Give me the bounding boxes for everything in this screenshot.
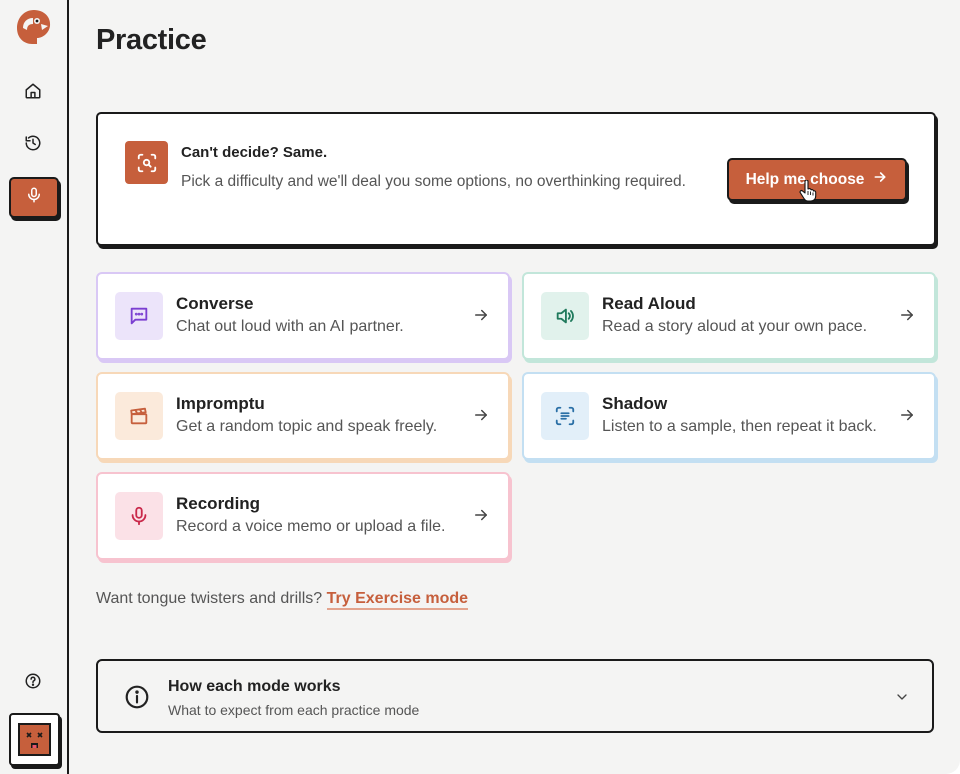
mode-description: Chat out loud with an AI partner. (176, 318, 404, 335)
sidebar (0, 0, 69, 774)
help-button[interactable] (18, 668, 48, 698)
exercise-prompt-text: Want tongue twisters and drills? (96, 590, 323, 607)
accordion-title: How each mode works (168, 678, 341, 695)
app-window: Practice Can't decide? Same. Pick a diff… (0, 0, 960, 774)
help-me-choose-banner: Can't decide? Same. Pick a difficulty an… (96, 112, 936, 246)
arrow-right-icon (475, 409, 487, 421)
home-icon (24, 82, 42, 105)
chat-bubble-icon (115, 292, 163, 340)
help-me-choose-button[interactable]: Help me choose (727, 158, 907, 201)
arrow-right-icon (872, 169, 888, 190)
mode-description: Get a random topic and speak freely. (176, 418, 438, 435)
mode-title: Read Aloud (602, 294, 696, 313)
arrow-right-icon (475, 509, 487, 521)
banner-description: Pick a difficulty and we'll deal you som… (181, 173, 686, 190)
mode-description: Record a voice memo or upload a file. (176, 518, 446, 535)
mode-card-converse[interactable]: Converse Chat out loud with an AI partne… (96, 272, 510, 360)
mode-title: Recording (176, 494, 261, 513)
chevron-down-icon (897, 694, 907, 700)
scan-search-icon (125, 141, 168, 184)
exercise-mode-prompt: Want tongue twisters and drills? Try Exe… (96, 590, 469, 610)
banner-title: Can't decide? Same. (181, 144, 328, 161)
help-me-choose-label: Help me choose (745, 170, 865, 188)
arrow-right-icon (901, 309, 913, 321)
history-icon (24, 134, 42, 157)
microphone-icon (25, 186, 43, 209)
avatar (18, 723, 51, 756)
mode-title: Shadow (602, 394, 668, 413)
mode-description: Listen to a sample, then repeat it back. (602, 418, 877, 435)
mode-card-read-aloud[interactable]: Read Aloud Read a story aloud at your ow… (522, 272, 936, 360)
mode-card-recording[interactable]: Recording Record a voice memo or upload … (96, 472, 510, 560)
mode-card-impromptu[interactable]: Impromptu Get a random topic and speak f… (96, 372, 510, 460)
arrow-right-icon (475, 309, 487, 321)
try-exercise-mode-link[interactable]: Try Exercise mode (326, 590, 469, 610)
sidebar-item-home[interactable] (18, 78, 48, 108)
help-icon (24, 672, 42, 695)
microphone-icon (115, 492, 163, 540)
mode-title: Converse (176, 294, 254, 313)
clapperboard-icon (115, 392, 163, 440)
info-icon (125, 685, 149, 709)
mode-card-shadow[interactable]: Shadow Listen to a sample, then repeat i… (522, 372, 936, 460)
sidebar-item-practice[interactable] (9, 177, 59, 218)
arrow-right-icon (901, 409, 913, 421)
mode-title: Impromptu (176, 394, 265, 413)
user-avatar-button[interactable] (9, 713, 60, 766)
speaker-icon (541, 292, 589, 340)
accordion-subtitle: What to expect from each practice mode (168, 702, 420, 718)
parrot-logo-icon[interactable] (15, 8, 53, 46)
page-title: Practice (96, 24, 207, 56)
how-modes-work-accordion[interactable]: How each mode works What to expect from … (96, 659, 934, 733)
sidebar-item-history[interactable] (18, 130, 48, 160)
mode-description: Read a story aloud at your own pace. (602, 318, 868, 335)
scan-text-icon (541, 392, 589, 440)
